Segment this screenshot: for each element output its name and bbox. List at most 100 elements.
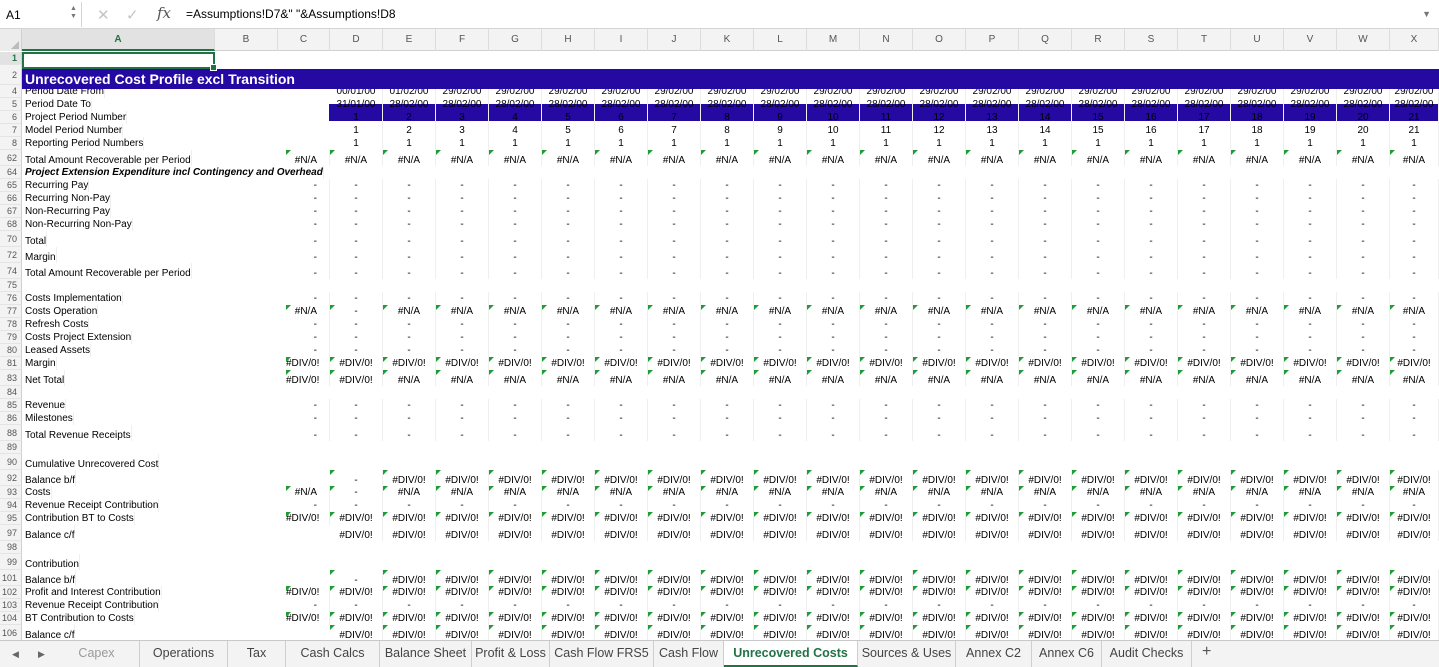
cell-g[interactable]: -	[489, 205, 542, 218]
cell-r[interactable]: 28/02/00	[1072, 98, 1125, 111]
cell-s[interactable]: -	[1125, 192, 1178, 205]
cell-g[interactable]: -	[489, 318, 542, 331]
cell-m[interactable]: #DIV/0!	[807, 525, 860, 541]
cell-i[interactable]: -	[595, 599, 648, 612]
cell-i[interactable]: #N/A	[595, 150, 648, 166]
cell-j[interactable]: #DIV/0!	[648, 570, 701, 586]
cell-r[interactable]: #DIV/0!	[1072, 612, 1125, 625]
cell-d[interactable]: -	[330, 179, 383, 192]
cell-e[interactable]: 2	[383, 111, 436, 124]
cell-s[interactable]: 1	[1125, 137, 1178, 150]
cell-x[interactable]: #DIV/0!	[1390, 586, 1439, 599]
cell-v[interactable]: -	[1284, 263, 1337, 279]
add-sheet-icon[interactable]: +	[1202, 643, 1211, 661]
cell-n[interactable]: #DIV/0!	[860, 470, 913, 486]
cell-t[interactable]: #DIV/0!	[1178, 512, 1231, 525]
cell-o[interactable]: #N/A	[913, 486, 966, 499]
insert-function-icon[interactable]: fx	[157, 4, 171, 22]
cell-w[interactable]: -	[1337, 412, 1390, 425]
cell-c[interactable]: #N/A	[286, 150, 330, 166]
cell-s[interactable]: -	[1125, 247, 1178, 263]
column-header-m[interactable]: M	[807, 29, 860, 51]
cell-g[interactable]: -	[489, 292, 542, 305]
cell-h[interactable]: #DIV/0!	[542, 612, 595, 625]
cell-i[interactable]: -	[595, 263, 648, 279]
cell-f[interactable]: #N/A	[436, 305, 489, 318]
cell-q[interactable]: -	[1019, 231, 1072, 247]
cell-p[interactable]: 1	[966, 137, 1019, 150]
cell-h[interactable]: -	[542, 318, 595, 331]
cell-i[interactable]: #DIV/0!	[595, 470, 648, 486]
cell-e[interactable]: #DIV/0!	[383, 570, 436, 586]
cell-t[interactable]: -	[1178, 263, 1231, 279]
cell-n[interactable]: -	[860, 179, 913, 192]
cell-l[interactable]: #DIV/0!	[754, 625, 807, 640]
cell-s[interactable]: -	[1125, 599, 1178, 612]
cell-x[interactable]: -	[1390, 179, 1439, 192]
cell-t[interactable]: -	[1178, 331, 1231, 344]
cell-s[interactable]: #N/A	[1125, 150, 1178, 166]
cell-t[interactable]: #DIV/0!	[1178, 357, 1231, 370]
cell-q[interactable]: 14	[1019, 124, 1072, 137]
cell-c[interactable]: -	[286, 599, 330, 612]
cell-k[interactable]: -	[701, 292, 754, 305]
cell-e[interactable]: -	[383, 231, 436, 247]
cell-m[interactable]: #DIV/0!	[807, 512, 860, 525]
cell-m[interactable]: -	[807, 247, 860, 263]
cell-x[interactable]: #N/A	[1390, 370, 1439, 386]
cell-h[interactable]: #N/A	[542, 305, 595, 318]
row-number[interactable]: 83	[0, 370, 22, 386]
cell-r[interactable]: -	[1072, 247, 1125, 263]
cell-w[interactable]: -	[1337, 292, 1390, 305]
cell-g[interactable]: -	[489, 344, 542, 357]
cell-h[interactable]: -	[542, 292, 595, 305]
cell-q[interactable]: #DIV/0!	[1019, 586, 1072, 599]
cell-j[interactable]: #DIV/0!	[648, 586, 701, 599]
cell-m[interactable]: -	[807, 499, 860, 512]
cell-p[interactable]: -	[966, 331, 1019, 344]
cell-f[interactable]: -	[436, 292, 489, 305]
cell-p[interactable]: #DIV/0!	[966, 470, 1019, 486]
cell-q[interactable]: -	[1019, 192, 1072, 205]
cell-j[interactable]: -	[648, 599, 701, 612]
cell-q[interactable]: -	[1019, 425, 1072, 441]
cell-g[interactable]: #N/A	[489, 486, 542, 499]
cell-u[interactable]: -	[1231, 292, 1284, 305]
cell-u[interactable]: #DIV/0!	[1231, 512, 1284, 525]
cell-p[interactable]: -	[966, 412, 1019, 425]
row-number[interactable]: 78	[0, 318, 22, 331]
cell-l[interactable]: 1	[754, 137, 807, 150]
cell-n[interactable]: #N/A	[860, 370, 913, 386]
cell-s[interactable]: #N/A	[1125, 370, 1178, 386]
cell-n[interactable]: -	[860, 247, 913, 263]
row-number[interactable]: 85	[0, 399, 22, 412]
column-header-p[interactable]: P	[966, 29, 1019, 51]
cell-f[interactable]: -	[436, 499, 489, 512]
cell-f[interactable]: #N/A	[436, 150, 489, 166]
cell-w[interactable]: 28/02/00	[1337, 98, 1390, 111]
cell-i[interactable]: -	[595, 425, 648, 441]
cell-q[interactable]: -	[1019, 205, 1072, 218]
row-number[interactable]: 68	[0, 218, 22, 231]
row-label[interactable]: Balance c/f	[23, 625, 76, 640]
cell-o[interactable]: -	[913, 344, 966, 357]
cell-p[interactable]: -	[966, 292, 1019, 305]
cell-s[interactable]: -	[1125, 499, 1178, 512]
cell-h[interactable]: -	[542, 192, 595, 205]
row-label[interactable]: Balance b/f	[23, 470, 77, 486]
cell-e[interactable]: -	[383, 218, 436, 231]
column-header-w[interactable]: W	[1337, 29, 1390, 51]
cell-h[interactable]: #DIV/0!	[542, 525, 595, 541]
cell-f[interactable]: -	[436, 425, 489, 441]
cell-l[interactable]: -	[754, 263, 807, 279]
cell-s[interactable]: -	[1125, 205, 1178, 218]
cell-o[interactable]: -	[913, 599, 966, 612]
row-number[interactable]: 65	[0, 179, 22, 192]
cell-g[interactable]: -	[489, 425, 542, 441]
cell-j[interactable]: -	[648, 231, 701, 247]
cell-g[interactable]: #DIV/0!	[489, 512, 542, 525]
row-number[interactable]: 103	[0, 599, 22, 612]
cell-h[interactable]: -	[542, 218, 595, 231]
cell-o[interactable]: #DIV/0!	[913, 586, 966, 599]
cell-j[interactable]: 7	[648, 124, 701, 137]
